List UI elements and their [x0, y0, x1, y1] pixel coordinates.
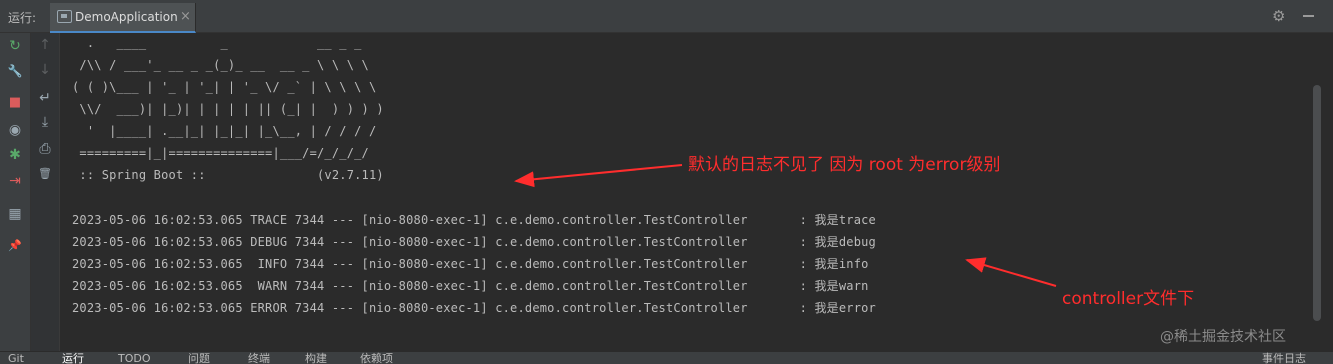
- build-tab[interactable]: 构建: [305, 353, 327, 364]
- watermark: @稀土掘金技术社区: [1160, 329, 1286, 345]
- problems-tab[interactable]: 问题: [188, 353, 210, 364]
- bottom-tool-window-bar: Git 运行 TODO 问题 终端 构建 依赖项 事件日志: [0, 351, 1333, 364]
- annotation-arrows: [514, 164, 1057, 287]
- todo-tab[interactable]: TODO: [118, 353, 151, 364]
- git-tab[interactable]: Git: [8, 353, 24, 364]
- run-tab[interactable]: 运行: [62, 353, 84, 364]
- event-log-tab[interactable]: 事件日志: [1262, 353, 1306, 364]
- terminal-tab[interactable]: 终端: [248, 353, 270, 364]
- arrow-to-spring-boot-banner: [514, 164, 683, 188]
- dependencies-tab[interactable]: 依赖项: [360, 353, 393, 364]
- arrow-to-info-log: [965, 257, 1057, 287]
